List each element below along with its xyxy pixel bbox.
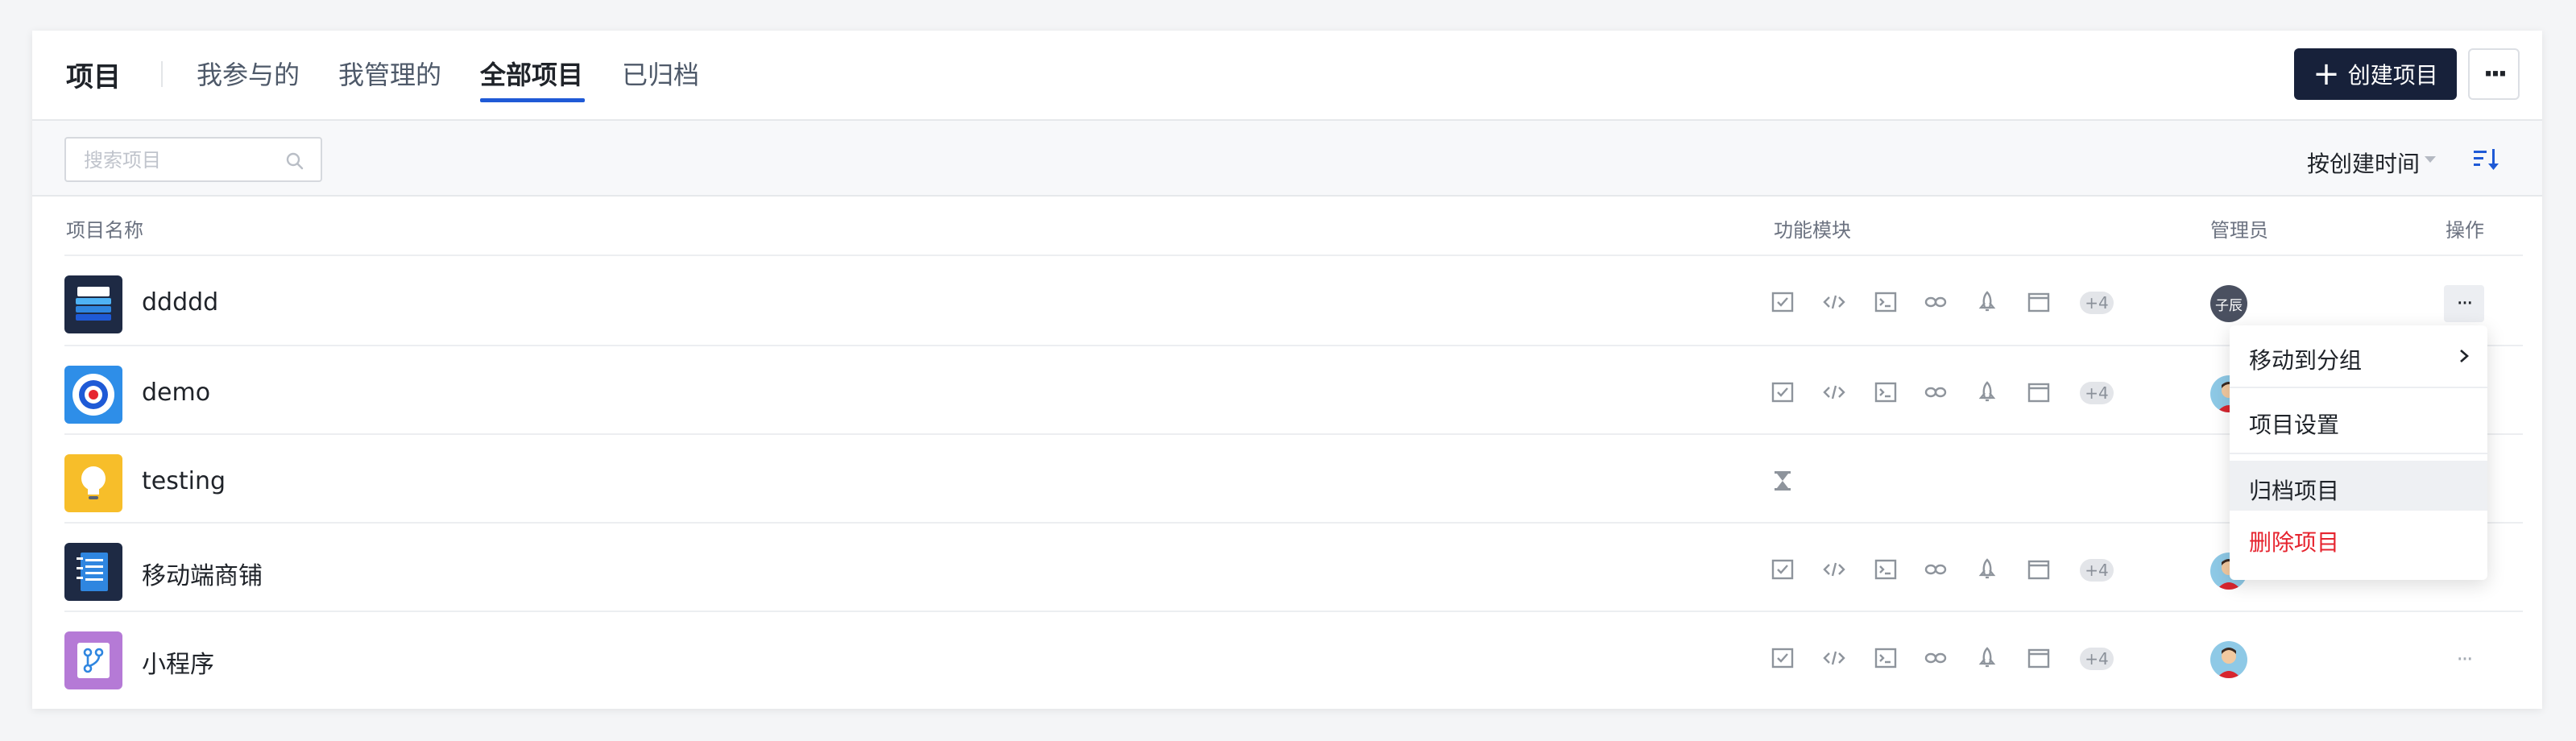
table-row[interactable]: 移动端商铺 +4 ··· [32,524,2542,612]
menu-item-label: 删除项目 [2249,529,2340,556]
menu-divider [2230,453,2487,454]
row-actions-button[interactable]: ··· [2444,285,2484,322]
ellipsis-icon: ··· [2483,58,2508,90]
sort-order-icon[interactable] [2471,145,2500,174]
tab-managed[interactable]: 我管理的 [338,55,441,92]
search-input[interactable] [82,145,279,176]
window-icon [2027,292,2050,313]
notebook-icon [64,543,122,601]
title-divider [161,61,163,87]
column-header-name: 项目名称 [66,219,143,242]
extra-modules-badge[interactable]: +4 [2080,292,2114,314]
window-icon [2027,648,2050,669]
project-name[interactable]: ddddd [142,288,218,317]
rocket-icon [1978,647,1996,668]
sort-dropdown[interactable]: 按创建时间 [2307,147,2420,179]
menu-item-move-to-group[interactable]: 移动到分组 [2230,330,2487,380]
filter-toolbar: 按创建时间 [32,121,2542,197]
terminal-icon [1874,382,1897,403]
menu-item-project-settings[interactable]: 项目设置 [2230,395,2487,445]
window-icon [2027,383,2050,403]
rocket-icon [1978,291,1996,312]
rocket-icon [1978,558,1996,579]
page-header: 项目 我参与的 我管理的 全部项目 已归档 + 创建项目 ··· [32,31,2542,121]
table-row[interactable]: ddddd +4 子辰 ··· [32,256,2542,345]
extra-modules-badge[interactable]: +4 [2080,648,2114,670]
task-check-icon [1771,292,1794,313]
rocket-icon [1978,381,1996,402]
row-actions-menu: 移动到分组 项目设置 归档项目 删除项目 [2230,325,2487,580]
tab-archived[interactable]: 已归档 [622,55,699,92]
target-icon [64,366,122,424]
tab-participating[interactable]: 我参与的 [197,55,300,92]
table-row[interactable]: 小程序 +4 ··· [32,612,2542,701]
menu-item-archive-project[interactable]: 归档项目 [2230,461,2487,511]
task-check-icon [1771,559,1794,580]
avatar[interactable]: 子辰 [2210,285,2247,322]
column-header-modules: 功能模块 [1774,219,1851,242]
project-name[interactable]: testing [142,467,226,495]
branch-icon [64,631,122,689]
more-options-button[interactable]: ··· [2468,48,2520,100]
search-box [64,137,322,182]
active-tab-indicator [480,98,585,102]
hourglass-icon [1775,471,1791,491]
lightbulb-icon [64,454,122,512]
menu-item-label: 移动到分组 [2249,347,2363,374]
chevron-down-icon[interactable] [2425,156,2436,163]
project-name[interactable]: demo [142,379,210,407]
project-name[interactable]: 移动端商铺 [142,556,263,591]
table-row[interactable]: demo +4 [32,346,2542,435]
menu-divider [2230,387,2487,388]
extra-modules-badge[interactable]: +4 [2080,559,2114,582]
link-icon [1924,296,1947,308]
code-icon [1823,651,1845,665]
link-icon [1924,652,1947,664]
tab-all-projects[interactable]: 全部项目 [480,55,583,92]
table-row[interactable]: testing [32,435,2542,524]
plus-icon: + [2313,56,2340,93]
row-actions-button[interactable]: ··· [2444,641,2484,678]
link-icon [1924,564,1947,575]
project-name[interactable]: 小程序 [142,644,214,680]
menu-item-label: 归档项目 [2249,478,2340,504]
search-icon[interactable] [284,150,306,172]
create-project-button[interactable]: + 创建项目 [2294,48,2457,100]
task-check-icon [1771,648,1794,669]
menu-item-delete-project[interactable]: 删除项目 [2230,512,2487,562]
task-check-icon [1771,382,1794,403]
column-header-admin: 管理员 [2210,219,2268,242]
code-icon [1823,385,1845,399]
project-panel: 项目 我参与的 我管理的 全部项目 已归档 + 创建项目 ··· 按创建时间 [32,31,2542,709]
page-title: 项目 [66,61,121,93]
terminal-icon [1874,559,1897,580]
create-project-label: 创建项目 [2347,62,2438,89]
avatar[interactable] [2210,641,2247,678]
window-icon [2027,560,2050,580]
terminal-icon [1874,648,1897,669]
code-icon [1823,562,1845,577]
column-header-actions: 操作 [2446,219,2484,242]
chevron-right-icon [2460,350,2469,362]
database-icon [64,275,122,333]
menu-item-label: 项目设置 [2249,412,2340,438]
extra-modules-badge[interactable]: +4 [2080,382,2114,404]
terminal-icon [1874,292,1897,313]
code-icon [1823,295,1845,309]
link-icon [1924,387,1947,398]
